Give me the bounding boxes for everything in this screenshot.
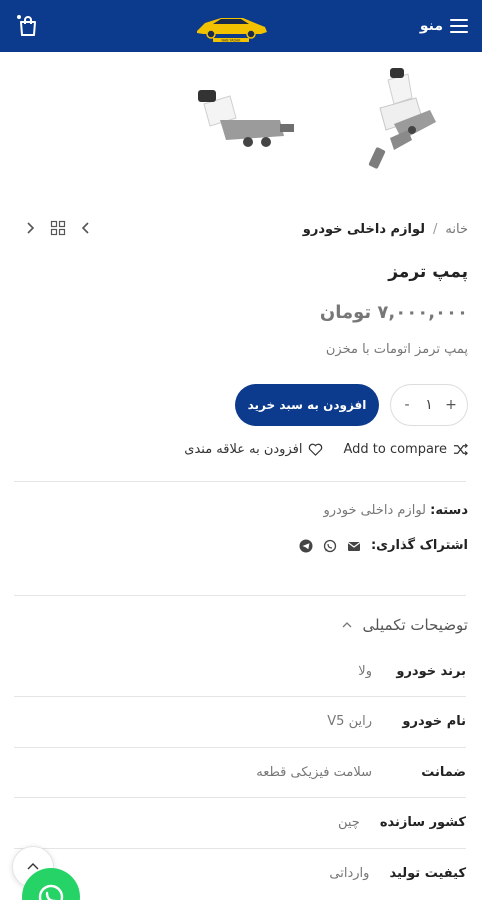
product-image-2[interactable] <box>190 80 300 170</box>
envelope-icon[interactable] <box>347 539 361 553</box>
chevron-up-icon <box>342 622 351 628</box>
quantity-minus-button[interactable]: - <box>399 397 415 413</box>
breadcrumb: خانه / لوازم داخلی خودرو <box>303 218 468 240</box>
heart-icon <box>309 443 323 456</box>
breadcrumb-category[interactable]: لوازم داخلی خودرو <box>303 222 425 237</box>
wishlist-label: افزودن به علاقه مندی <box>184 442 303 457</box>
quantity-plus-button[interactable]: + <box>443 397 459 413</box>
grid-icon[interactable] <box>50 220 66 236</box>
attribute-row: کیفیت تولید وارداتی <box>14 848 466 898</box>
compare-button[interactable]: Add to compare <box>343 442 468 457</box>
attribute-key: برند خودرو <box>396 663 466 679</box>
chevron-left-icon[interactable] <box>78 220 94 236</box>
wishlist-button[interactable]: افزودن به علاقه مندی <box>184 442 323 457</box>
whatsapp-icon <box>38 884 64 900</box>
product-title: پمپ ترمز <box>388 262 468 282</box>
product-price: ۷,۰۰۰,۰۰۰ تومان <box>319 302 468 323</box>
category-label: دسته: <box>430 503 468 518</box>
quantity-stepper: + ۱ - <box>390 384 468 426</box>
attribute-row: نام خودرو راین V5 <box>14 696 466 746</box>
attribute-key: ضمانت <box>421 764 466 780</box>
attribute-value: راین V5 <box>327 713 372 729</box>
menu-label: منو <box>419 18 443 34</box>
telegram-icon[interactable] <box>299 539 313 553</box>
shuffle-icon <box>453 443 468 456</box>
breadcrumb-separator: / <box>433 221 438 237</box>
site-logo[interactable]: NAB YADAK <box>191 9 271 43</box>
product-short-description: پمپ ترمز اتومات با مخزن <box>325 342 468 357</box>
menu-button[interactable]: منو <box>420 14 468 38</box>
attribute-value: چین <box>337 814 360 830</box>
product-navigation <box>22 220 94 236</box>
divider <box>14 481 466 482</box>
whatsapp-icon[interactable] <box>323 539 337 553</box>
attribute-key: کشور سازنده <box>379 814 466 830</box>
hamburger-icon <box>450 19 468 33</box>
breadcrumb-home[interactable]: خانه <box>445 222 468 237</box>
quantity-input[interactable]: ۱ <box>419 397 439 413</box>
share-row: اشتراک گذاری: <box>299 538 468 553</box>
shopping-bag-icon[interactable] <box>16 14 40 38</box>
product-image-1[interactable] <box>350 60 460 182</box>
attribute-row: برند خودرو ولا <box>14 646 466 696</box>
share-label: اشتراک گذاری: <box>370 538 468 553</box>
compare-label: Add to compare <box>343 442 447 457</box>
additional-info-toggle[interactable]: توضیحات تکمیلی <box>341 616 468 634</box>
product-category: دسته: لوازم داخلی خودرو <box>323 503 468 518</box>
product-actions: Add to compare افزودن به علاقه مندی <box>184 442 468 457</box>
additional-info-title: توضیحات تکمیلی <box>362 616 468 634</box>
attribute-value: سلامت فیزیکی قطعه <box>256 764 372 780</box>
attribute-row: ضمانت سلامت فیزیکی قطعه <box>14 747 466 797</box>
attribute-key: کیفیت تولید <box>389 865 466 881</box>
attribute-value: وارداتی <box>329 865 370 881</box>
category-link[interactable]: لوازم داخلی خودرو <box>323 503 426 518</box>
chevron-right-icon[interactable] <box>22 220 38 236</box>
attribute-key: نام خودرو <box>402 713 466 729</box>
site-header: منو NAB YADAK <box>0 0 482 52</box>
product-gallery <box>0 60 482 190</box>
attribute-row: کشور سازنده چین <box>14 797 466 847</box>
add-to-cart-button[interactable]: افزودن به سبد خرید <box>235 384 379 426</box>
attribute-value: ولا <box>358 663 372 679</box>
logo-text: NAB YADAK <box>222 38 242 42</box>
divider <box>14 595 466 596</box>
